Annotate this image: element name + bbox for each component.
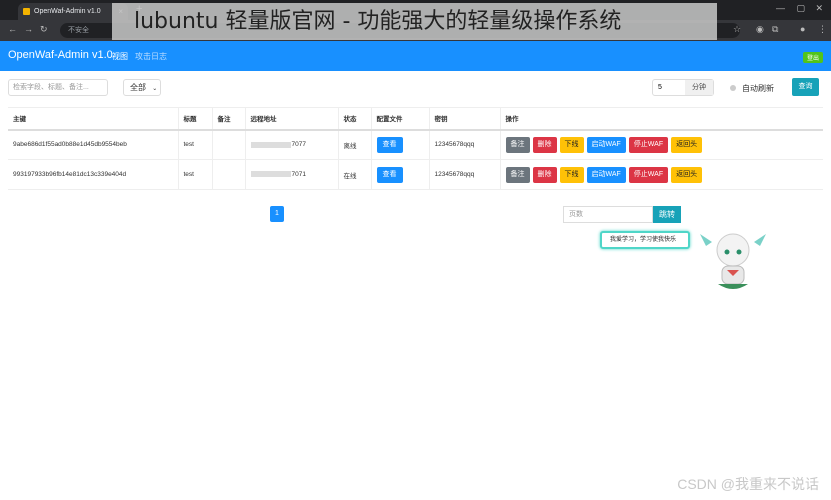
auto-refresh-label: 自动刷新 [742, 84, 774, 93]
addr-port: 7071 [291, 171, 306, 178]
menu-icon[interactable]: ⋮ [818, 24, 827, 35]
query-button[interactable]: 查询 [792, 78, 819, 96]
cell-note [211, 159, 245, 190]
stop-waf-button[interactable]: 停止WAF [628, 166, 669, 183]
reload-icon[interactable]: ↻ [40, 24, 48, 35]
radio-icon [730, 85, 736, 91]
return-head-button[interactable]: 返回头 [671, 136, 703, 153]
profile-icon[interactable]: ● [800, 24, 805, 34]
note-button[interactable]: 备注 [505, 166, 530, 183]
cell-config: 查看 [370, 159, 429, 190]
view-config-button[interactable]: 查看 [376, 136, 403, 153]
redacted-ip [250, 141, 291, 148]
tab-title: OpenWaf-Admin v1.0 [34, 8, 101, 15]
cell-actions: 备注 删除 下线 启动WAF 停止WAF 返回头 [499, 159, 823, 190]
table-row: 993197933b96fb14e81dc13c339e404d test 70… [8, 159, 823, 190]
start-waf-button[interactable]: 启动WAF [586, 166, 626, 183]
cell-status: 离线 [337, 129, 371, 160]
mascot-icon [700, 233, 766, 289]
nav-attack-log[interactable]: 攻击日志 [135, 51, 167, 62]
page-1-button[interactable]: 1 [270, 206, 284, 222]
watermark: CSDN @我重来不说话 [677, 476, 819, 492]
cell-config: 查看 [370, 129, 429, 160]
cell-id: 9abe686d1f55ad0b88e1d45db9554beb [8, 129, 178, 160]
redacted-ip [250, 171, 291, 178]
offline-button[interactable]: 下线 [559, 166, 584, 183]
app-navbar: OpenWaf-Admin v1.0 视图 攻击日志 登出 [0, 41, 831, 71]
cell-addr: 7071 [244, 159, 338, 190]
col-actions: 操作 [499, 107, 823, 131]
chevron-down-icon: ⌄ [152, 86, 158, 92]
waf-table: 主键 标题 备注 远程地址 状态 配置文件 密钥 操作 9abe686d1f55… [8, 107, 823, 190]
cell-title: test [177, 159, 212, 190]
delete-button[interactable]: 删除 [532, 136, 557, 153]
delete-button[interactable]: 删除 [532, 166, 557, 183]
table-header-row: 主键 标题 备注 远程地址 状态 配置文件 密钥 操作 [8, 107, 823, 131]
stop-waf-button[interactable]: 停止WAF [628, 136, 669, 153]
favicon-icon [23, 8, 30, 15]
auto-refresh-toggle[interactable]: 自动刷新 [730, 83, 774, 94]
table-row: 9abe686d1f55ad0b88e1d45db9554beb test 70… [8, 129, 823, 160]
search-input[interactable]: 检索字段、标题、备注... [8, 79, 108, 96]
col-key: 密钥 [428, 107, 500, 131]
col-note: 备注 [211, 107, 245, 131]
nav-view[interactable]: 视图 [112, 51, 128, 62]
cell-status: 在线 [337, 159, 371, 190]
filter-toolbar: 检索字段、标题、备注... 全部 ⌄ 5 分钟 自动刷新 查询 [0, 71, 831, 105]
view-config-button[interactable]: 查看 [376, 166, 403, 183]
offline-button[interactable]: 下线 [559, 136, 584, 153]
col-title: 标题 [177, 107, 212, 131]
return-head-button[interactable]: 返回头 [671, 166, 703, 183]
cell-key: 12345678qqq [428, 159, 500, 190]
forward-icon[interactable]: → [24, 24, 33, 34]
cell-id: 993197933b96fb14e81dc13c339e404d [8, 159, 178, 190]
puzzle-icon[interactable]: ⧉ [772, 24, 778, 35]
col-config: 配置文件 [370, 107, 429, 131]
interval-value: 5 [658, 84, 662, 91]
app-brand[interactable]: OpenWaf-Admin v1.0 [8, 49, 113, 61]
col-status: 状态 [337, 107, 371, 131]
status-filter-select[interactable]: 全部 ⌄ [123, 79, 161, 96]
cell-note [211, 129, 245, 160]
bookmark-star-icon[interactable]: ☆ [733, 24, 741, 35]
interval-unit: 分钟 [685, 80, 713, 95]
mascot-speech-bubble: 我爱学习，学习使我快乐 [600, 231, 690, 249]
cell-addr: 7077 [244, 129, 338, 160]
extension-icon[interactable]: ◉ [756, 24, 764, 35]
security-label: 不安全 [68, 27, 89, 34]
cell-key: 12345678qqq [428, 129, 500, 160]
col-id: 主键 [8, 107, 178, 131]
cell-actions: 备注 删除 下线 启动WAF 停止WAF 返回头 [499, 129, 823, 160]
caption-overlay: lubuntu 轻量版官网 - 功能强大的轻量级操作系统 [112, 3, 717, 40]
note-button[interactable]: 备注 [505, 136, 530, 153]
page-number-input[interactable]: 页数 [563, 206, 653, 223]
back-icon[interactable]: ← [8, 24, 17, 34]
logout-button[interactable]: 登出 [802, 52, 823, 63]
maximize-icon[interactable]: ▢ [796, 3, 805, 14]
addr-port: 7077 [291, 141, 306, 149]
jump-button[interactable]: 跳转 [653, 206, 681, 223]
cell-title: test [177, 129, 212, 160]
close-window-icon[interactable]: ✕ [815, 3, 823, 14]
col-addr: 远程地址 [244, 107, 338, 131]
filter-value: 全部 [130, 83, 146, 92]
minimize-icon[interactable]: — [776, 3, 785, 13]
start-waf-button[interactable]: 启动WAF [586, 136, 626, 153]
refresh-interval-input[interactable]: 5 分钟 [652, 79, 714, 96]
